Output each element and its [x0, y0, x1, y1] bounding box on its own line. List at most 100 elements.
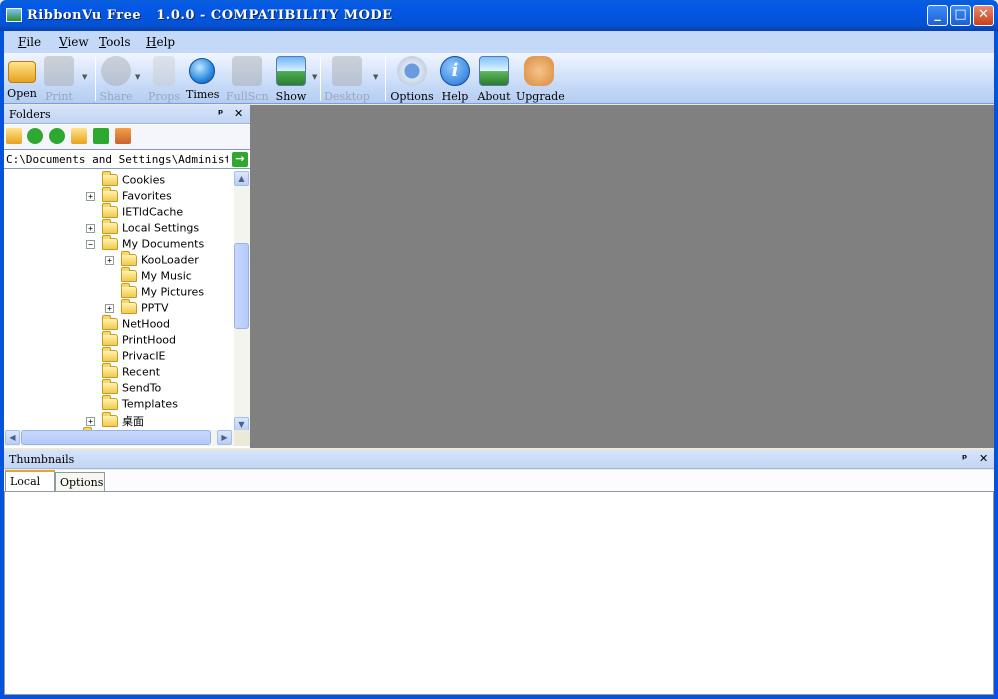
options-label: Options — [390, 90, 434, 103]
folder-icon — [102, 187, 118, 202]
tree-item[interactable]: − My Documents — [86, 235, 204, 253]
tree-item-label: NetHood — [122, 317, 171, 331]
options-button[interactable]: Options — [390, 55, 434, 103]
close-panel-icon[interactable]: ✕ — [234, 107, 243, 120]
tree-item[interactable]: + 桌面 — [86, 412, 144, 429]
tree-item[interactable]: Recent — [86, 363, 161, 381]
expander-icon[interactable]: + — [105, 255, 114, 265]
close-panel-icon[interactable]: ✕ — [979, 452, 988, 465]
tree-item[interactable]: My Music — [105, 267, 192, 285]
go-arrow-icon[interactable]: → — [232, 152, 248, 167]
tree-item-label: My Pictures — [141, 285, 205, 299]
thumbnails-header: Thumbnails ᵖ ✕ — [4, 450, 994, 469]
tree-item[interactable]: + Favorites — [86, 187, 172, 205]
pin-icon[interactable]: ᵖ — [218, 107, 223, 120]
share-button[interactable]: Share — [99, 55, 133, 103]
tree-item[interactable]: PrintHood — [86, 331, 177, 349]
tab-options[interactable]: Options — [55, 472, 105, 492]
help-button[interactable]: i Help — [440, 55, 470, 103]
image-viewer-area[interactable] — [250, 105, 994, 448]
scroll-right-icon[interactable]: ▶ — [217, 430, 232, 445]
menu-tools[interactable]: Tools — [99, 35, 131, 49]
share-label: Share — [99, 90, 133, 103]
share-dropdown-icon[interactable]: ▼ — [135, 73, 140, 81]
new-folder-icon[interactable] — [6, 128, 22, 144]
thumbnails-title: Thumbnails — [9, 453, 75, 466]
menu-file[interactable]: File — [18, 35, 41, 49]
about-button[interactable]: About — [477, 55, 511, 103]
open-label: Open — [7, 87, 37, 100]
menu-help[interactable]: Help — [146, 35, 175, 49]
scroll-thumb-horizontal[interactable] — [21, 430, 211, 445]
desktop-icon — [332, 56, 362, 86]
about-label: About — [477, 90, 511, 103]
folder-icon — [102, 379, 118, 394]
upgrade-button[interactable]: Upgrade — [516, 55, 565, 103]
expander-icon[interactable]: + — [105, 303, 114, 313]
print-button[interactable]: Print — [40, 55, 78, 103]
show-dropdown-icon[interactable]: ▼ — [312, 73, 317, 81]
expander-icon[interactable]: + — [86, 191, 95, 201]
expander-icon[interactable]: + — [86, 223, 95, 233]
expander-icon[interactable]: + — [86, 416, 95, 426]
pin-icon[interactable]: ᵖ — [962, 452, 967, 465]
path-input[interactable]: C:\Documents and Settings\Administrat — [6, 153, 228, 166]
window-title: RibbonVu Free 1.0.0 - COMPATIBILITY MODE — [27, 8, 393, 23]
desktop-label: Desktop — [324, 90, 370, 103]
open-folder-icon — [8, 61, 36, 83]
fullscreen-button[interactable]: FullScn — [226, 55, 269, 103]
folder-tree: Cookies + Favorites IETldCache + Local Settin… — [4, 171, 233, 431]
props-button[interactable]: Props — [147, 55, 181, 103]
print-dropdown-icon[interactable]: ▼ — [82, 73, 87, 81]
vertical-scrollbar[interactable]: ▲ ▼ — [234, 171, 250, 433]
tree-item[interactable]: Templates — [86, 395, 178, 413]
horizontal-scrollbar[interactable]: ◀ ▶ — [4, 430, 250, 446]
thumbnails-content[interactable] — [4, 491, 994, 695]
times-button[interactable]: Times — [186, 55, 219, 103]
folder-icon — [102, 331, 118, 346]
tree-item[interactable]: IETldCache — [86, 203, 183, 221]
tree-item-label: SendTo — [122, 381, 162, 395]
tree-item[interactable]: Cookies — [86, 171, 165, 189]
window-frame-bottom — [0, 695, 998, 699]
refresh-icon[interactable] — [93, 128, 109, 144]
scroll-thumb[interactable] — [234, 243, 249, 329]
properties-icon — [153, 56, 175, 86]
home-icon[interactable] — [115, 128, 131, 144]
desktop-dropdown-icon[interactable]: ▼ — [373, 73, 378, 81]
scroll-left-icon[interactable]: ◀ — [5, 430, 20, 445]
maximize-button[interactable]: □ — [950, 5, 971, 26]
tree-item[interactable]: SendTo — [86, 379, 162, 397]
desktop-button[interactable]: Desktop — [323, 55, 371, 103]
tree-item[interactable]: NetHood — [86, 315, 171, 333]
tree-item[interactable]: PrivacIE — [86, 347, 166, 365]
close-button[interactable]: ✕ — [973, 5, 994, 26]
folder-icon — [102, 235, 118, 250]
tree-item-label: Templates — [122, 397, 178, 411]
fullscreen-icon — [232, 56, 262, 86]
forward-icon[interactable] — [49, 128, 65, 144]
menu-view[interactable]: View — [59, 35, 89, 49]
print-label: Print — [45, 90, 73, 103]
folder-icon — [121, 299, 137, 314]
tree-item[interactable]: + KooLoader — [105, 251, 199, 269]
tree-item-label: KooLoader — [141, 253, 199, 267]
folder-icon — [102, 395, 118, 410]
show-button[interactable]: Show — [275, 55, 307, 103]
folder-icon — [102, 219, 118, 234]
toolbar-separator — [95, 57, 96, 101]
scroll-up-icon[interactable]: ▲ — [234, 171, 249, 186]
open-button[interactable]: Open — [5, 55, 39, 103]
tree-item[interactable]: My Pictures — [105, 283, 205, 301]
scroll-corner — [234, 430, 250, 446]
title-bar: RibbonVu Free 1.0.0 - COMPATIBILITY MODE… — [0, 0, 998, 31]
tree-item-label: PrintHood — [122, 333, 177, 347]
tree-item-label: PrivacIE — [122, 349, 166, 363]
tree-item[interactable]: + PPTV — [105, 299, 169, 317]
expander-icon[interactable]: − — [86, 239, 95, 249]
tab-local[interactable]: Local — [5, 470, 55, 492]
up-folder-icon[interactable] — [71, 128, 87, 144]
back-icon[interactable] — [27, 128, 43, 144]
tree-item-label: Recent — [122, 365, 161, 379]
minimize-button[interactable]: _ — [927, 5, 948, 26]
